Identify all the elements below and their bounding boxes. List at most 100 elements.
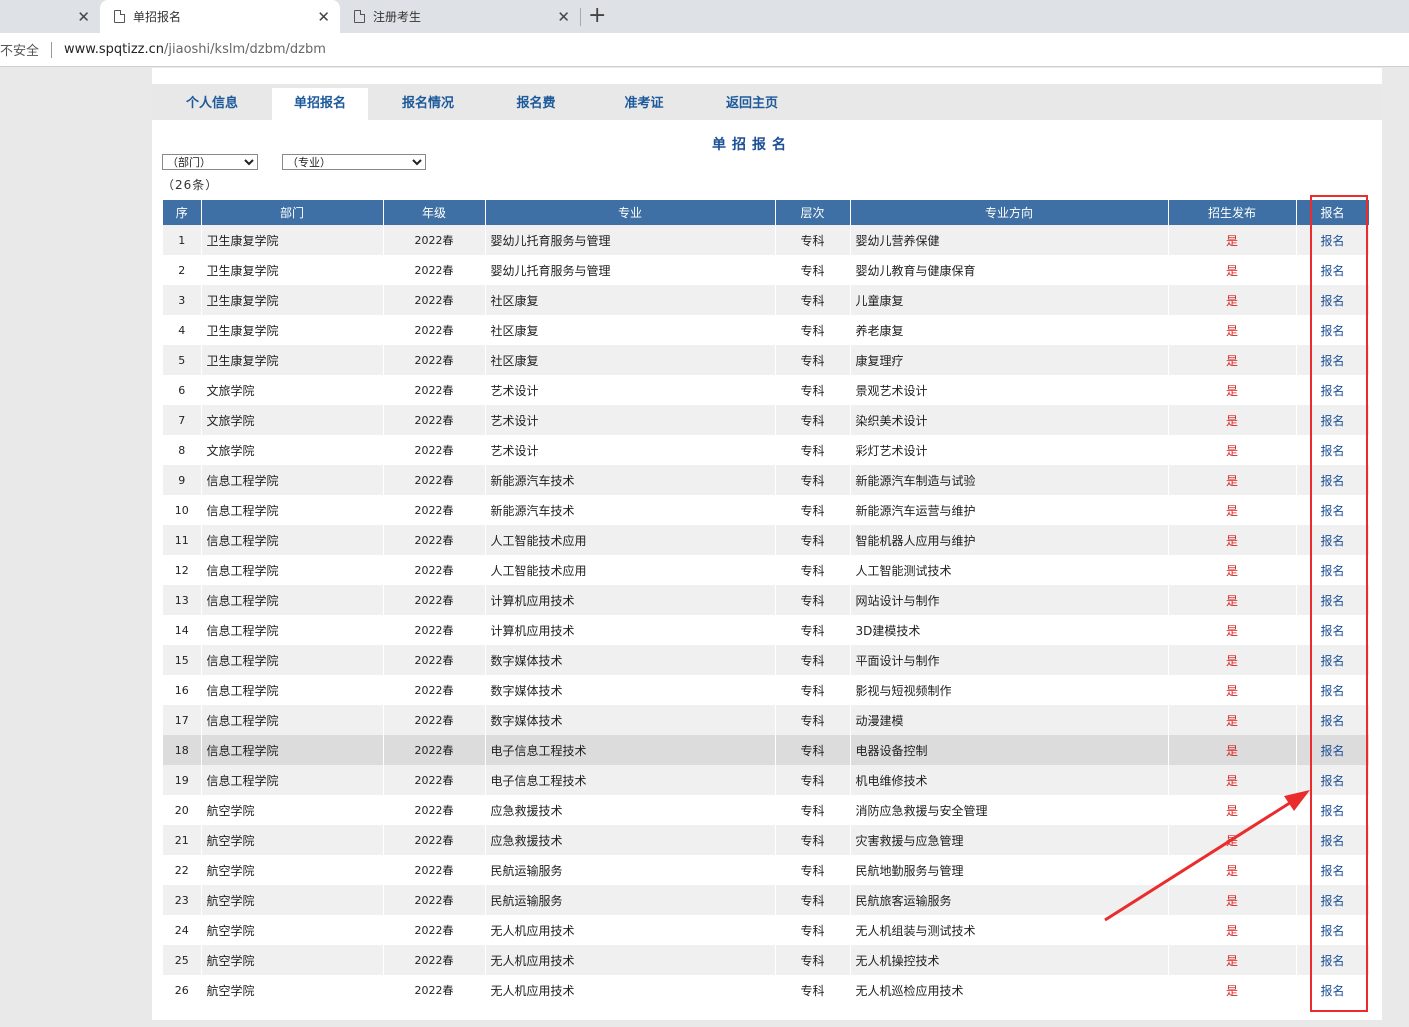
table-row: 2 卫生康复学院 2022春 婴幼儿托育服务与管理 专科 婴幼儿教育与健康保育是报名 bbox=[163, 255, 1370, 285]
row-department: 文旅学院 bbox=[201, 375, 384, 405]
row-published: 是 bbox=[1168, 465, 1297, 495]
row-year: 2022春 bbox=[383, 345, 486, 375]
header-year: 年级 bbox=[383, 200, 486, 225]
row-major: 艺术设计 bbox=[485, 405, 776, 435]
table-row: 3 卫生康复学院 2022春 社区康复 专科 儿童康复是报名 bbox=[163, 285, 1370, 315]
nav-enrollment-status[interactable]: 报名情况 bbox=[380, 88, 476, 120]
row-published: 是 bbox=[1168, 645, 1297, 675]
record-count: （26条） bbox=[162, 178, 219, 192]
row-major: 数字媒体技术 bbox=[485, 645, 776, 675]
department-select[interactable]: （部门） bbox=[162, 154, 258, 170]
close-icon[interactable]: ✕ bbox=[317, 8, 330, 26]
row-level: 专科 bbox=[775, 465, 851, 495]
row-direction: 无人机组装与测试技术 bbox=[850, 915, 1169, 945]
row-year: 2022春 bbox=[383, 255, 486, 285]
row-published: 是 bbox=[1168, 615, 1297, 645]
row-level: 专科 bbox=[775, 705, 851, 735]
row-year: 2022春 bbox=[383, 465, 486, 495]
row-year: 2022春 bbox=[383, 315, 486, 345]
document-icon bbox=[114, 10, 125, 23]
row-published: 是 bbox=[1168, 405, 1297, 435]
row-direction: 养老康复 bbox=[850, 315, 1169, 345]
nav-enrollment-fee[interactable]: 报名费 bbox=[488, 88, 584, 120]
row-department: 卫生康复学院 bbox=[201, 255, 384, 285]
nav-single-enrollment[interactable]: 单招报名 bbox=[272, 88, 368, 120]
table-row: 8 文旅学院 2022春 艺术设计 专科 彩灯艺术设计是报名 bbox=[163, 435, 1370, 465]
row-level: 专科 bbox=[775, 375, 851, 405]
row-major: 人工智能技术应用 bbox=[485, 555, 776, 585]
tab-divider bbox=[580, 8, 581, 26]
row-published: 是 bbox=[1168, 765, 1297, 795]
row-level: 专科 bbox=[775, 945, 851, 975]
row-published: 是 bbox=[1168, 975, 1297, 1005]
table-row: 16 信息工程学院 2022春 数字媒体技术 专科 影视与短视频制作是报名 bbox=[163, 675, 1370, 705]
row-department: 航空学院 bbox=[201, 885, 384, 915]
browser-tab-active[interactable]: 单招报名 ✕ bbox=[100, 0, 340, 33]
table-row: 17 信息工程学院 2022春 数字媒体技术 专科 动漫建模是报名 bbox=[163, 705, 1370, 735]
close-icon[interactable]: ✕ bbox=[77, 8, 90, 26]
table-row: 1 卫生康复学院 2022春 婴幼儿托育服务与管理 专科 婴幼儿营养保健是报名 bbox=[163, 225, 1370, 255]
row-year: 2022春 bbox=[383, 225, 486, 255]
close-icon[interactable]: ✕ bbox=[557, 8, 570, 26]
row-department: 信息工程学院 bbox=[201, 465, 384, 495]
row-year: 2022春 bbox=[383, 825, 486, 855]
new-tab-icon[interactable]: + bbox=[588, 3, 606, 28]
row-year: 2022春 bbox=[383, 555, 486, 585]
row-published: 是 bbox=[1168, 555, 1297, 585]
row-seq: 8 bbox=[163, 435, 202, 465]
row-direction: 平面设计与制作 bbox=[850, 645, 1169, 675]
browser-tab-register[interactable]: 注册考生 ✕ bbox=[340, 0, 580, 33]
row-level: 专科 bbox=[775, 765, 851, 795]
row-year: 2022春 bbox=[383, 615, 486, 645]
row-level: 专科 bbox=[775, 825, 851, 855]
row-published: 是 bbox=[1168, 825, 1297, 855]
nav-personal-info[interactable]: 个人信息 bbox=[164, 88, 260, 120]
nav-back-home[interactable]: 返回主页 bbox=[704, 88, 800, 120]
row-major: 社区康复 bbox=[485, 345, 776, 375]
site-header bbox=[152, 68, 1382, 84]
row-level: 专科 bbox=[775, 345, 851, 375]
row-year: 2022春 bbox=[383, 375, 486, 405]
table-row: 19 信息工程学院 2022春 电子信息工程技术 专科 机电维修技术是报名 bbox=[163, 765, 1370, 795]
table-row: 13 信息工程学院 2022春 计算机应用技术 专科 网站设计与制作是报名 bbox=[163, 585, 1370, 615]
row-major: 应急救援技术 bbox=[485, 795, 776, 825]
row-direction: 康复理疗 bbox=[850, 345, 1169, 375]
header-direction: 专业方向 bbox=[850, 200, 1169, 225]
row-published: 是 bbox=[1168, 285, 1297, 315]
nav-admission-ticket[interactable]: 准考证 bbox=[596, 88, 692, 120]
row-year: 2022春 bbox=[383, 675, 486, 705]
row-seq: 7 bbox=[163, 405, 202, 435]
browser-tab-previous[interactable]: ✕ bbox=[0, 0, 100, 33]
row-seq: 6 bbox=[163, 375, 202, 405]
row-direction: 彩灯艺术设计 bbox=[850, 435, 1169, 465]
row-department: 信息工程学院 bbox=[201, 675, 384, 705]
table-row: 15 信息工程学院 2022春 数字媒体技术 专科 平面设计与制作是报名 bbox=[163, 645, 1370, 675]
row-major: 计算机应用技术 bbox=[485, 615, 776, 645]
url-host: www.spqtizz.cn bbox=[64, 42, 165, 57]
row-major: 无人机应用技术 bbox=[485, 915, 776, 945]
row-direction: 电器设备控制 bbox=[850, 735, 1169, 765]
row-major: 艺术设计 bbox=[485, 435, 776, 465]
url-text[interactable]: www.spqtizz.cn/jiaoshi/kslm/dzbm/dzbm bbox=[64, 42, 326, 57]
row-published: 是 bbox=[1168, 255, 1297, 285]
table-row: 7 文旅学院 2022春 艺术设计 专科 染织美术设计是报名 bbox=[163, 405, 1370, 435]
row-level: 专科 bbox=[775, 555, 851, 585]
row-year: 2022春 bbox=[383, 435, 486, 465]
table-row: 26 航空学院 2022春 无人机应用技术 专科 无人机巡检应用技术是报名 bbox=[163, 975, 1370, 1005]
row-direction: 人工智能测试技术 bbox=[850, 555, 1169, 585]
major-select[interactable]: （专业） bbox=[282, 154, 426, 170]
table-row: 24 航空学院 2022春 无人机应用技术 专科 无人机组装与测试技术是报名 bbox=[163, 915, 1370, 945]
row-seq: 10 bbox=[163, 495, 202, 525]
row-major: 婴幼儿托育服务与管理 bbox=[485, 255, 776, 285]
security-status[interactable]: 不安全 bbox=[0, 40, 39, 59]
page-title: 单招报名 bbox=[712, 137, 792, 153]
row-seq: 19 bbox=[163, 765, 202, 795]
address-bar[interactable]: 不安全 www.spqtizz.cn/jiaoshi/kslm/dzbm/dzb… bbox=[0, 33, 1409, 67]
row-seq: 23 bbox=[163, 885, 202, 915]
row-major: 新能源汽车技术 bbox=[485, 495, 776, 525]
row-major: 社区康复 bbox=[485, 285, 776, 315]
row-direction: 机电维修技术 bbox=[850, 765, 1169, 795]
row-level: 专科 bbox=[775, 795, 851, 825]
table-row: 4 卫生康复学院 2022春 社区康复 专科 养老康复是报名 bbox=[163, 315, 1370, 345]
row-department: 航空学院 bbox=[201, 825, 384, 855]
